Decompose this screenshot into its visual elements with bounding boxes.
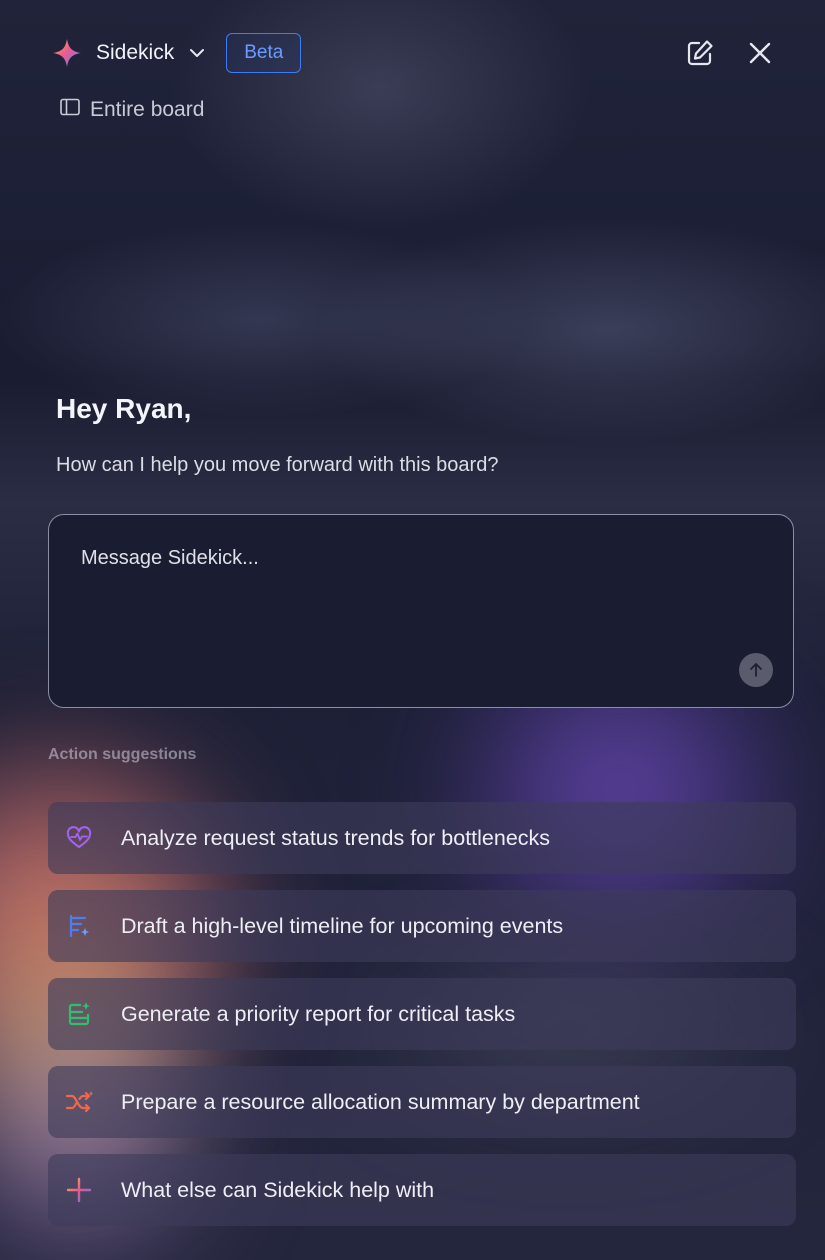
suggestion-label: What else can Sidekick help with: [121, 1177, 435, 1202]
new-chat-edit-icon[interactable]: [685, 38, 715, 68]
timeline-icon: [64, 911, 94, 941]
beta-badge: Beta: [226, 33, 302, 73]
suggestion-label: Prepare a resource allocation summary by…: [121, 1089, 640, 1114]
app-title: Sidekick: [96, 41, 175, 64]
panel-header: Sidekick Beta: [52, 30, 773, 76]
suggestion-list: Analyze request status trends for bottle…: [48, 802, 796, 1242]
message-composer: [48, 514, 794, 708]
suggestion-draft-timeline[interactable]: Draft a high-level timeline for upcoming…: [48, 890, 796, 962]
suggestion-what-else[interactable]: What else can Sidekick help with: [48, 1154, 796, 1226]
chevron-down-icon[interactable]: [188, 44, 206, 62]
suggestion-resource-summary[interactable]: Prepare a resource allocation summary by…: [48, 1066, 796, 1138]
shuffle-icon: [64, 1087, 94, 1117]
send-button[interactable]: [739, 653, 773, 687]
suggestion-analyze-trends[interactable]: Analyze request status trends for bottle…: [48, 802, 796, 874]
board-scope-selector[interactable]: Entire board: [60, 98, 204, 122]
sidekick-panel: Sidekick Beta Entire board Hey Ryan, How…: [0, 0, 825, 1260]
message-input[interactable]: [79, 545, 743, 669]
greeting-title: Hey Ryan,: [56, 393, 192, 424]
panel-layout-icon: [60, 98, 80, 122]
suggestion-priority-report[interactable]: Generate a priority report for critical …: [48, 978, 796, 1050]
sidekick-logo-icon: [52, 38, 82, 68]
scope-label: Entire board: [90, 98, 205, 121]
arrow-up-icon: [747, 661, 765, 679]
heartbeat-icon: [64, 823, 94, 853]
suggestion-label: Generate a priority report for critical …: [121, 1001, 516, 1026]
action-suggestions-label: Action suggestions: [48, 746, 197, 763]
suggestion-label: Draft a high-level timeline for upcoming…: [121, 913, 564, 938]
report-sparkle-icon: [64, 999, 94, 1029]
greeting-subtitle: How can I help you move forward with thi…: [56, 454, 499, 476]
suggestion-label: Analyze request status trends for bottle…: [121, 825, 551, 850]
plus-icon: [64, 1175, 94, 1205]
close-icon[interactable]: [747, 40, 773, 66]
